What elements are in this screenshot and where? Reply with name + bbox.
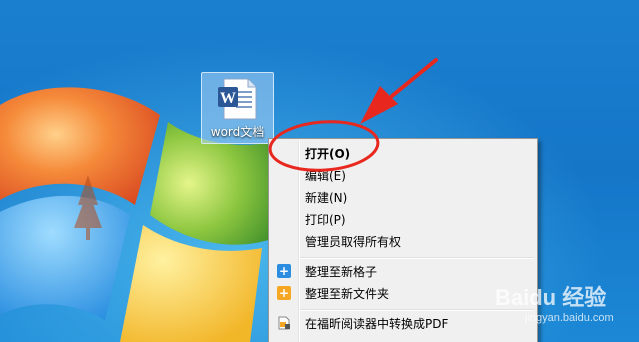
menu-item-print[interactable]: 打印(P) xyxy=(272,209,534,231)
menu-item-label: 在福昕阅读器中转换成PDF xyxy=(305,317,449,331)
menu-item-take-ownership[interactable]: 管理员取得所有权 xyxy=(272,231,534,253)
watermark-brand: Baidu 经验 xyxy=(495,285,607,310)
menu-item-open[interactable]: 打开(O) xyxy=(272,143,534,165)
menu-separator xyxy=(300,257,534,259)
svg-text:W: W xyxy=(220,90,236,107)
menu-item-label: 整理至新文件夹 xyxy=(305,287,390,301)
foxit-pdf-icon xyxy=(278,316,290,330)
watermark-url: jingyan.baidu.com xyxy=(525,312,614,324)
desktop: W word文档 打开(O) 编辑(E) 新建(N) 打印(P) 管理员取得所有… xyxy=(0,0,639,342)
word-document-desktop-icon[interactable]: W word文档 xyxy=(201,72,274,144)
menu-item-label: 编辑(E) xyxy=(305,169,346,183)
menu-item-new[interactable]: 新建(N) xyxy=(272,187,534,209)
menu-item-edit[interactable]: 编辑(E) xyxy=(272,165,534,187)
menu-item-label: 整理至新格子 xyxy=(305,265,378,279)
menu-item-label: 管理员取得所有权 xyxy=(305,235,402,249)
blue-plus-icon: + xyxy=(277,264,291,278)
baidu-watermark: Baidu 经验 jingyan.baidu.com xyxy=(495,280,635,340)
word-document-icon: W xyxy=(218,78,257,120)
file-icon-label: word文档 xyxy=(210,125,265,139)
menu-item-label: 打开(O) xyxy=(305,147,351,161)
menu-item-label: 打印(P) xyxy=(305,213,346,227)
orange-plus-icon: + xyxy=(277,286,291,300)
menu-item-label: 新建(N) xyxy=(305,191,348,205)
